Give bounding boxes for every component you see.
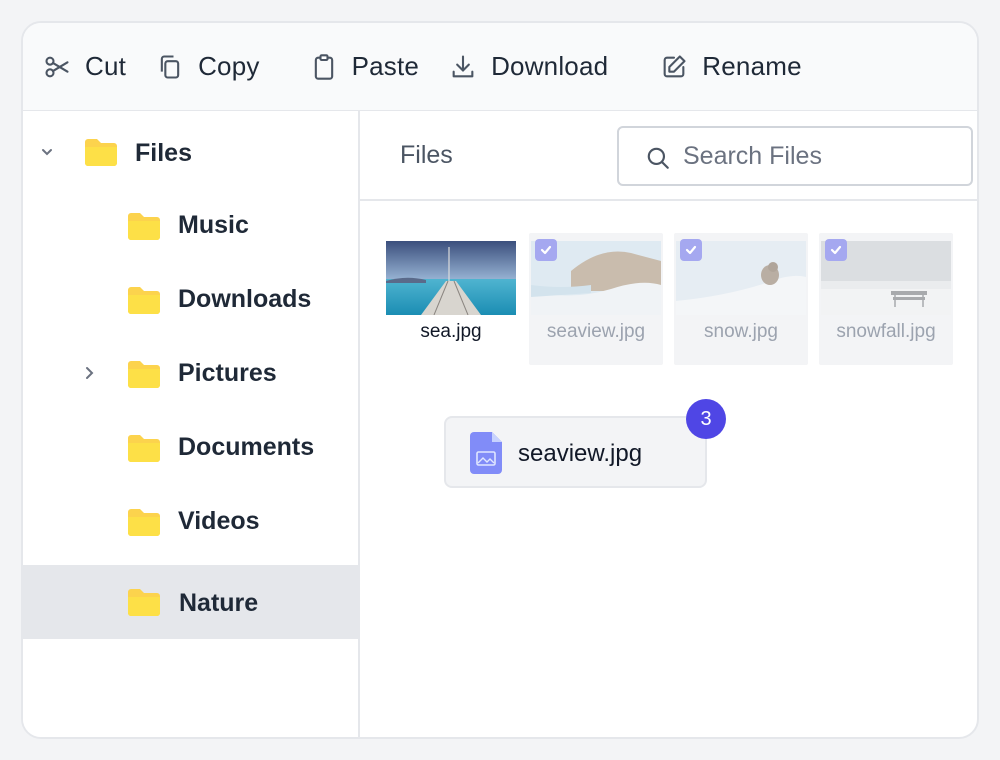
copy-label: Copy [198,51,260,81]
download-label: Download [491,51,609,81]
checkbox-checked[interactable] [535,239,557,261]
file-pane-header: Files [360,111,977,201]
scissors-icon [45,56,69,77]
rename-label: Rename [702,51,802,81]
tree-item-documents[interactable]: Documents [23,411,358,485]
tree-label: Nature [179,589,259,617]
cut-button[interactable]: Cut [43,45,126,89]
file-name: seaview.jpg [546,321,646,342]
tree-label: Documents [178,433,315,461]
drag-preview: seaview.jpg [444,416,707,488]
download-button[interactable]: Download [449,45,608,89]
folder-icon [85,139,117,166]
folder-icon [128,361,160,388]
rename-button[interactable]: Rename [660,45,802,89]
file-name: sea.jpg [420,321,482,342]
image-file-icon [470,432,502,474]
file-item-sea[interactable]: sea.jpg [384,233,518,365]
tree-item-files[interactable]: Files [23,115,358,189]
check-icon [685,245,697,255]
folder-icon [128,287,160,314]
folder-tree: Files Music Downloads Pictures Documents… [23,111,360,737]
check-icon [540,245,552,255]
tree-label: Downloads [178,285,312,313]
folder-icon [128,509,160,536]
tree-item-music[interactable]: Music [23,189,358,263]
check-icon [830,245,842,255]
tree-item-pictures[interactable]: Pictures [23,337,358,411]
chevron-down-icon[interactable] [37,142,57,162]
file-item-snowfall[interactable]: snowfall.jpg [819,233,953,365]
checkbox-checked[interactable] [680,239,702,261]
download-icon [452,54,474,77]
file-name: snow.jpg [704,321,778,342]
edit-icon [663,54,686,77]
tree-label: Pictures [178,359,277,387]
tree-item-nature[interactable]: Nature [23,565,358,639]
folder-icon [128,435,160,462]
toolbar: Cut Copy Paste Download Rename [23,23,977,111]
breadcrumb[interactable]: Files [400,141,453,170]
file-name: snowfall.jpg [836,321,936,342]
search-input[interactable] [683,138,963,174]
paste-button[interactable]: Paste [310,45,420,89]
tree-label: Music [178,211,249,239]
file-pane: Files Search Files sea.jpg seaview.jpg s… [360,111,977,737]
tree-label: Files [135,139,192,167]
sea-thumbnail [386,241,516,315]
copy-button[interactable]: Copy [156,45,260,89]
paste-label: Paste [351,51,420,81]
cut-label: Cut [85,51,127,81]
tree-item-downloads[interactable]: Downloads [23,263,358,337]
drag-file-name: seaview.jpg [518,440,643,467]
clipboard-icon [314,53,333,80]
file-item-seaview[interactable]: seaview.jpg [529,233,663,365]
chevron-right-icon[interactable] [79,363,99,383]
search-icon [647,147,669,169]
tree-label: Videos [178,507,260,535]
copy-icon [160,54,180,79]
search-box[interactable] [617,126,973,186]
checkbox-checked[interactable] [825,239,847,261]
folder-icon [128,213,160,240]
drag-count-badge: 3 [686,399,726,439]
tree-item-videos[interactable]: Videos [23,485,358,559]
file-item-snow[interactable]: snow.jpg [674,233,808,365]
file-manager: Cut Copy Paste Download Rename Files Mus… [21,21,979,739]
folder-icon [128,589,160,616]
